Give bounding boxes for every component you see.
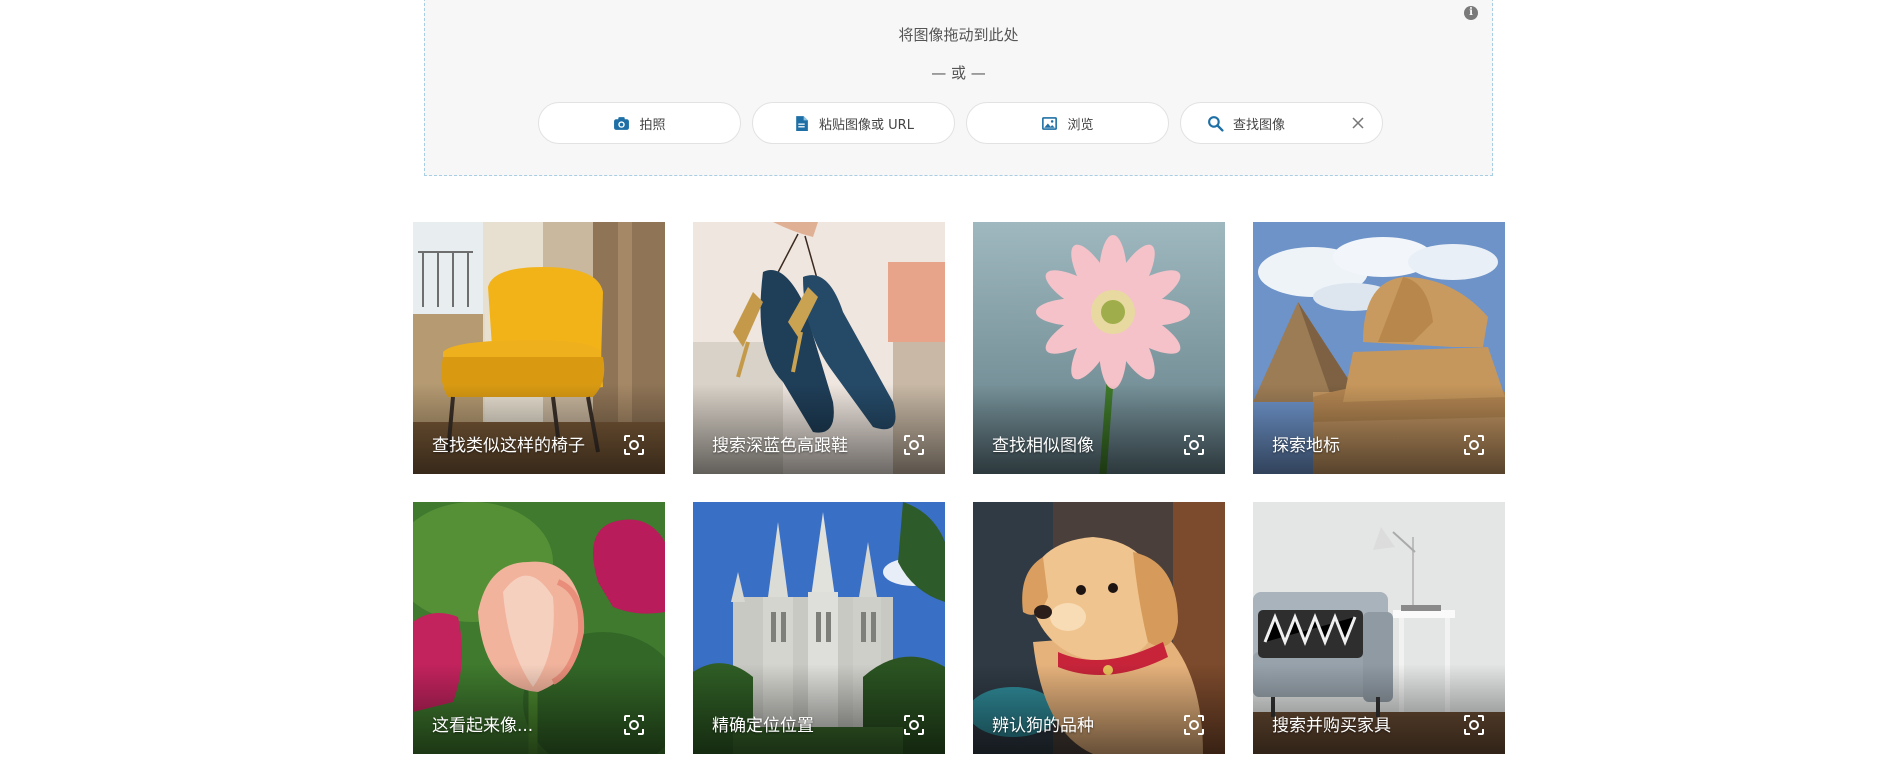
visual-search-icon[interactable] [903, 714, 925, 736]
tile-label: 探索地标 [1272, 436, 1340, 456]
find-image-label: 查找图像 [1233, 117, 1286, 133]
visual-search-icon[interactable] [903, 434, 925, 456]
drag-drop-text: 将图像拖动到此处 [898, 26, 1019, 44]
tile-label: 这看起来像... [432, 716, 534, 736]
info-icon[interactable]: i [1464, 6, 1478, 20]
example-tile-temple[interactable]: 精确定位位置 [693, 502, 945, 754]
paste-image-url-label: 粘贴图像或 URL [819, 117, 914, 133]
paste-image-url-button[interactable]: 粘贴图像或 URL [752, 102, 955, 144]
take-photo-label: 拍照 [639, 117, 666, 133]
camera-icon [613, 115, 630, 132]
example-tile-puppy[interactable]: 辨认狗的品种 [973, 502, 1225, 754]
tile-label: 查找类似这样的椅子 [432, 436, 585, 456]
document-icon [793, 115, 810, 132]
find-image-search-field[interactable]: 查找图像 [1180, 102, 1383, 144]
example-tile-heels[interactable]: 搜索深蓝色高跟鞋 [693, 222, 945, 474]
upload-options: 拍照 粘贴图像或 URL 浏览 查找图像 [538, 102, 1383, 144]
image-icon [1041, 115, 1058, 132]
visual-search-icon[interactable] [1463, 434, 1485, 456]
example-tile-landmark[interactable]: 探索地标 [1253, 222, 1505, 474]
tile-label: 搜索并购买家具 [1272, 716, 1391, 736]
example-tile-tulip[interactable]: 这看起来像... [413, 502, 665, 754]
or-separator: — 或 — [931, 64, 986, 82]
close-icon[interactable] [1350, 115, 1366, 131]
take-photo-button[interactable]: 拍照 [538, 102, 741, 144]
image-dropzone[interactable]: i 将图像拖动到此处 — 或 — 拍照 粘贴图像或 URL 浏览 查找图像 [424, 0, 1493, 176]
example-tile-sofa[interactable]: 搜索并购买家具 [1253, 502, 1505, 754]
example-tile-chair[interactable]: 查找类似这样的椅子 [413, 222, 665, 474]
tile-label: 精确定位位置 [712, 716, 814, 736]
example-tile-flower[interactable]: 查找相似图像 [973, 222, 1225, 474]
visual-search-icon[interactable] [623, 434, 645, 456]
visual-search-icon[interactable] [1463, 714, 1485, 736]
browse-button[interactable]: 浏览 [966, 102, 1169, 144]
tile-label: 辨认狗的品种 [992, 716, 1094, 736]
visual-search-icon[interactable] [1183, 434, 1205, 456]
visual-search-icon[interactable] [623, 714, 645, 736]
tile-label: 搜索深蓝色高跟鞋 [712, 436, 848, 456]
visual-search-icon[interactable] [1183, 714, 1205, 736]
browse-label: 浏览 [1067, 117, 1094, 133]
search-icon [1207, 115, 1224, 132]
tile-label: 查找相似图像 [992, 436, 1094, 456]
example-image-grid: 查找类似这样的椅子 搜索深蓝色高跟鞋 查找相似图像 探索地标 这看起来像... … [413, 222, 1505, 754]
